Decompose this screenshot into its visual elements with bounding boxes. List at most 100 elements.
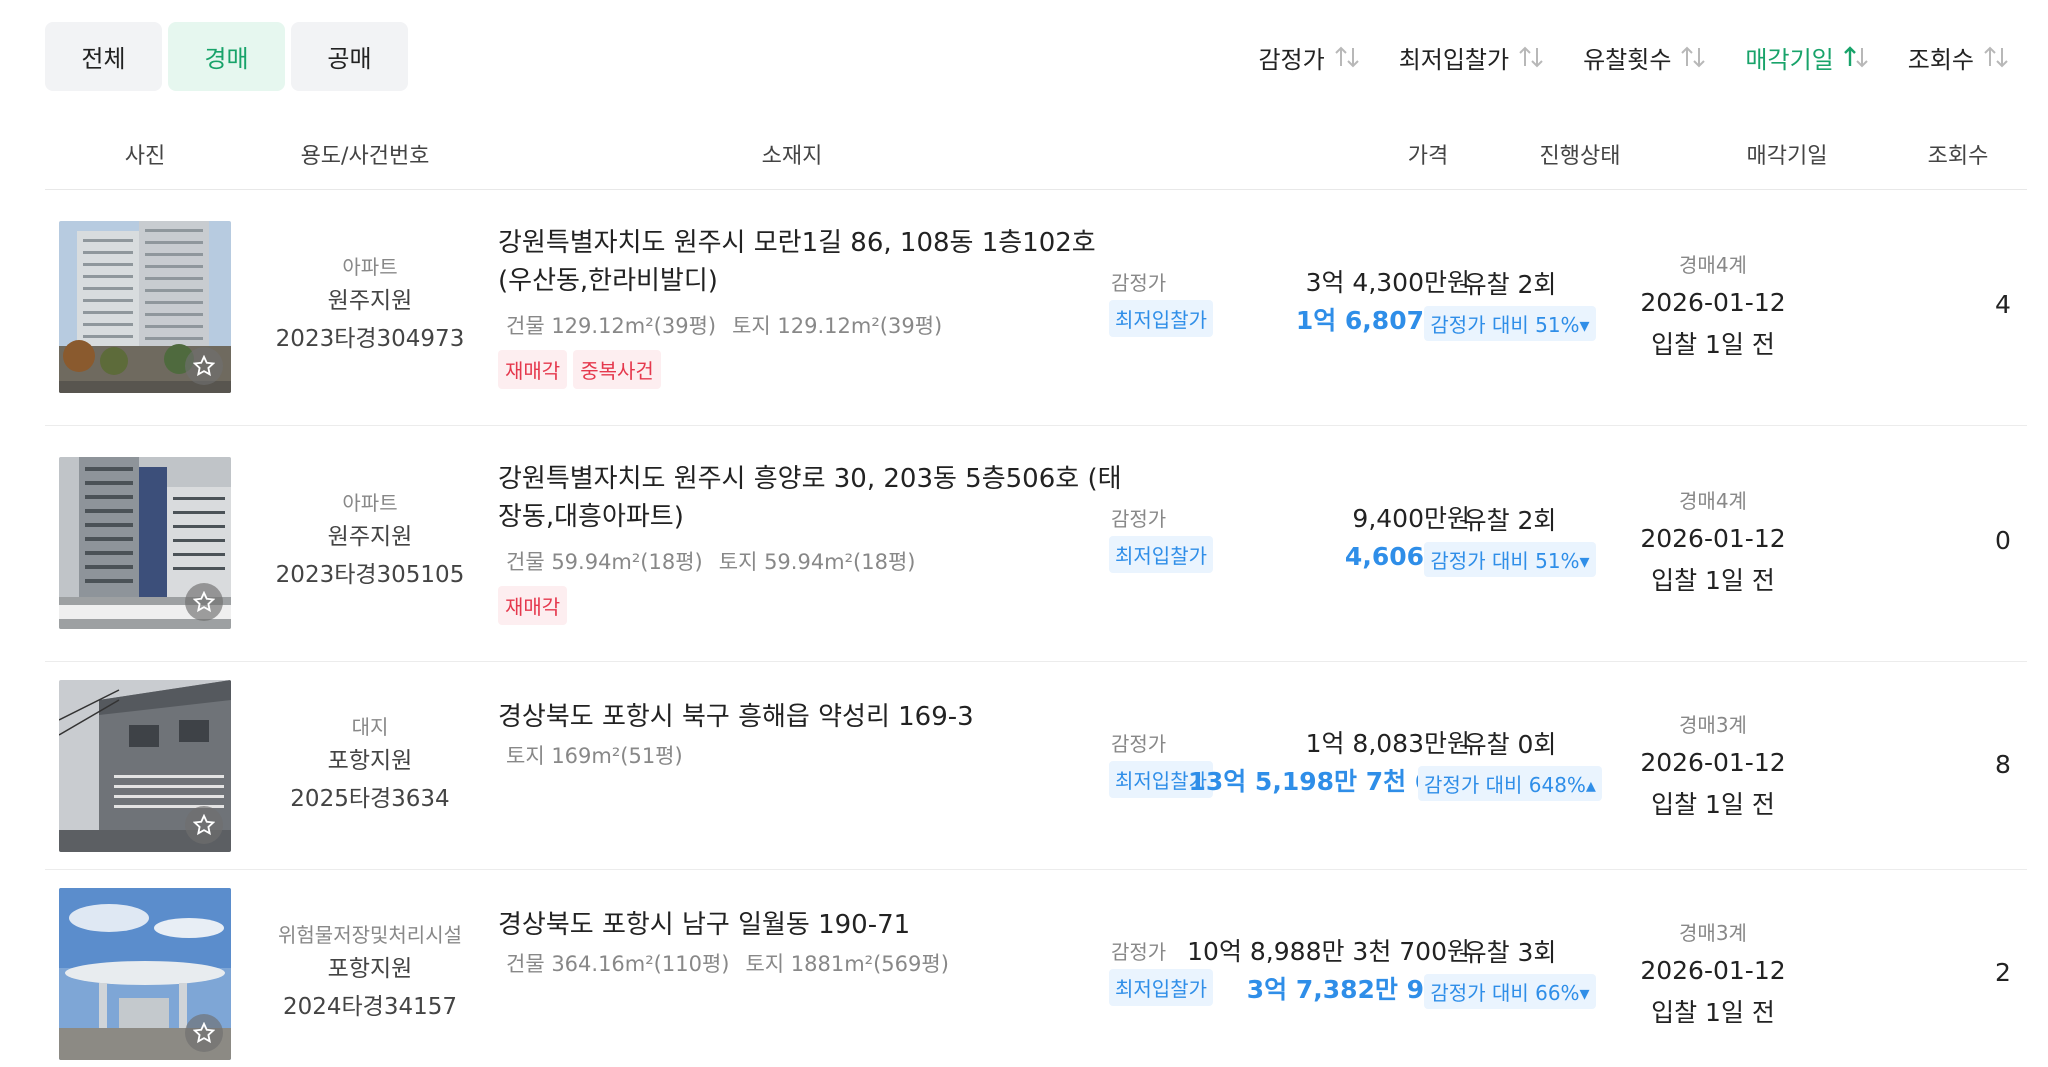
land-area: 토지 129.12m²(39평): [732, 314, 943, 338]
min-bid-label: 최저입찰가: [1109, 536, 1213, 573]
building-area: 건물 129.12m²(39평): [506, 314, 717, 338]
ratio-badge: 감정가 대비 51%▾: [1424, 542, 1596, 577]
sort-label: 조회수: [1907, 45, 1974, 74]
header-status: 진행상태: [1539, 144, 1621, 169]
sort-min-bid[interactable]: 최저입찰가: [1399, 40, 1545, 75]
case-number[interactable]: 2024타경34157: [260, 988, 480, 1026]
usage-type: 대지: [351, 715, 389, 739]
d-day: 입찰 1일 전: [1651, 566, 1775, 595]
sale-date: 2026-01-12: [1640, 956, 1786, 985]
appraisal-label: 감정가: [1111, 940, 1167, 964]
auction-dept: 경매4계: [1679, 489, 1747, 513]
usage-type: 아파트: [342, 491, 398, 515]
usage-case-cell: 아파트 원주지원 2023타경304973: [260, 252, 480, 358]
ratio-badge: 감정가 대비 66%▾: [1424, 974, 1596, 1009]
case-number[interactable]: 2023타경304973: [260, 320, 480, 358]
header-usage-case: 용도/사건번호: [300, 144, 430, 169]
address-cell: 경상북도 포항시 북구 흥해읍 약성리 169-3 토지 169m²(51평): [498, 698, 1138, 770]
address-link[interactable]: 강원특별자치도 원주시 모란1길 86, 108동 1층102호 (우산동,한라…: [498, 224, 1138, 300]
land-area: 토지 59.94m²(18평): [718, 550, 916, 574]
case-number[interactable]: 2023타경305105: [260, 556, 480, 594]
view-count: 0: [1995, 526, 2011, 555]
area-info: 토지 169m²(51평): [506, 740, 1138, 770]
header-sale-date: 매각기일: [1746, 144, 1828, 169]
table-header: 사진 용도/사건번호 소재지 가격 진행상태 매각기일 조회수: [45, 138, 2027, 190]
sort-label: 최저입찰가: [1398, 45, 1510, 74]
favorite-star-icon[interactable]: [185, 806, 223, 844]
table-row[interactable]: 대지 포항지원 2025타경3634 경상북도 포항시 북구 흥해읍 약성리 1…: [45, 662, 2027, 870]
sale-date-cell: 경매3계 2026-01-12 입찰 1일 전: [1593, 916, 1833, 1034]
usage-case-cell: 아파트 원주지원 2023타경305105: [260, 488, 480, 594]
sort-options: 감정가 최저입찰가 유찰횟수 매각기일 조회수: [1220, 37, 2010, 77]
court-name: 원주지원: [327, 288, 413, 314]
favorite-star-icon[interactable]: [185, 1014, 223, 1052]
property-photo[interactable]: [59, 221, 231, 393]
status-cell: 유찰 3회 감정가 대비 66%▾: [1395, 936, 1625, 1009]
min-bid-label: 최저입찰가: [1109, 969, 1213, 1006]
fail-count: 유찰 2회: [1463, 270, 1557, 299]
auction-type-tabs: 전체 경매 공매: [45, 22, 408, 91]
min-bid-label: 최저입찰가: [1109, 300, 1213, 337]
status-cell: 유찰 2회 감정가 대비 51%▾: [1395, 504, 1625, 577]
sale-date-cell: 경매4계 2026-01-12 입찰 1일 전: [1593, 248, 1833, 366]
sort-arrows-icon: [1334, 46, 1359, 68]
address-cell: 강원특별자치도 원주시 모란1길 86, 108동 1층102호 (우산동,한라…: [498, 224, 1138, 389]
property-photo[interactable]: [59, 888, 231, 1060]
appraisal-label: 감정가: [1111, 507, 1167, 531]
table-row[interactable]: 아파트 원주지원 2023타경305105 강원특별자치도 원주시 흥양로 30…: [45, 426, 2027, 662]
sort-arrows-icon: [1843, 46, 1868, 68]
property-photo[interactable]: [59, 457, 231, 629]
tab-auction[interactable]: 경매: [168, 22, 285, 91]
case-number[interactable]: 2025타경3634: [260, 780, 480, 818]
view-count: 8: [1995, 750, 2011, 779]
sale-date-cell: 경매3계 2026-01-12 입찰 1일 전: [1593, 708, 1833, 826]
land-area: 토지 1881m²(569평): [745, 952, 949, 976]
view-count: 4: [1995, 290, 2011, 319]
d-day: 입찰 1일 전: [1651, 790, 1775, 819]
fail-count: 유찰 3회: [1463, 938, 1557, 967]
table-row[interactable]: 아파트 원주지원 2023타경304973 강원특별자치도 원주시 모란1길 8…: [45, 190, 2027, 426]
sort-appraisal[interactable]: 감정가: [1258, 40, 1360, 75]
auction-dept: 경매3계: [1679, 921, 1747, 945]
sort-label: 감정가: [1258, 45, 1325, 74]
auction-dept: 경매4계: [1679, 253, 1747, 277]
auction-dept: 경매3계: [1679, 713, 1747, 737]
address-cell: 경상북도 포항시 남구 일월동 190-71 건물 364.16m²(110평)…: [498, 906, 1138, 978]
sort-label: 유찰횟수: [1583, 45, 1672, 74]
area-info: 건물 129.12m²(39평) 토지 129.12m²(39평): [506, 310, 1138, 340]
area-info: 건물 59.94m²(18평) 토지 59.94m²(18평): [506, 546, 1138, 576]
header-price: 가격: [1407, 144, 1449, 169]
table-row[interactable]: 위험물저장및처리시설 포항지원 2024타경34157 경상북도 포항시 남구 …: [45, 870, 2027, 1067]
court-name: 원주지원: [327, 524, 413, 550]
building-area: 건물 59.94m²(18평): [506, 550, 703, 574]
usage-case-cell: 대지 포항지원 2025타경3634: [260, 712, 480, 818]
tab-all[interactable]: 전체: [45, 22, 162, 91]
sort-label: 매각기일: [1745, 45, 1834, 74]
sale-date-cell: 경매4계 2026-01-12 입찰 1일 전: [1593, 484, 1833, 602]
header-address: 소재지: [761, 144, 823, 169]
ratio-badge: 감정가 대비 51%▾: [1424, 306, 1596, 341]
address-link[interactable]: 경상북도 포항시 북구 흥해읍 약성리 169-3: [498, 698, 1138, 736]
sort-sale-date[interactable]: 매각기일: [1745, 40, 1869, 75]
tag-list: 재매각: [498, 586, 1138, 625]
area-info: 건물 364.16m²(110평) 토지 1881m²(569평): [506, 948, 1138, 978]
usage-type: 위험물저장및처리시설: [278, 923, 462, 947]
sort-arrows-icon: [1519, 46, 1543, 68]
resale-tag: 재매각: [498, 350, 568, 389]
sort-arrows-icon: [1984, 46, 2008, 68]
favorite-star-icon[interactable]: [185, 347, 223, 385]
address-link[interactable]: 경상북도 포항시 남구 일월동 190-71: [498, 906, 1138, 944]
tab-public-sale[interactable]: 공매: [291, 22, 408, 91]
sort-fail-count[interactable]: 유찰횟수: [1583, 40, 1707, 75]
sort-views[interactable]: 조회수: [1908, 40, 2010, 75]
appraisal-label: 감정가: [1111, 271, 1167, 295]
appraisal-label: 감정가: [1111, 732, 1167, 756]
favorite-star-icon[interactable]: [185, 583, 223, 621]
court-name: 포항지원: [327, 956, 413, 982]
sort-arrows-icon: [1681, 46, 1706, 68]
d-day: 입찰 1일 전: [1651, 330, 1775, 359]
property-photo[interactable]: [59, 680, 231, 852]
court-name: 포항지원: [327, 748, 413, 774]
address-link[interactable]: 강원특별자치도 원주시 흥양로 30, 203동 5층506호 (태장동,대흥아…: [498, 460, 1138, 536]
fail-count: 유찰 2회: [1463, 506, 1557, 535]
